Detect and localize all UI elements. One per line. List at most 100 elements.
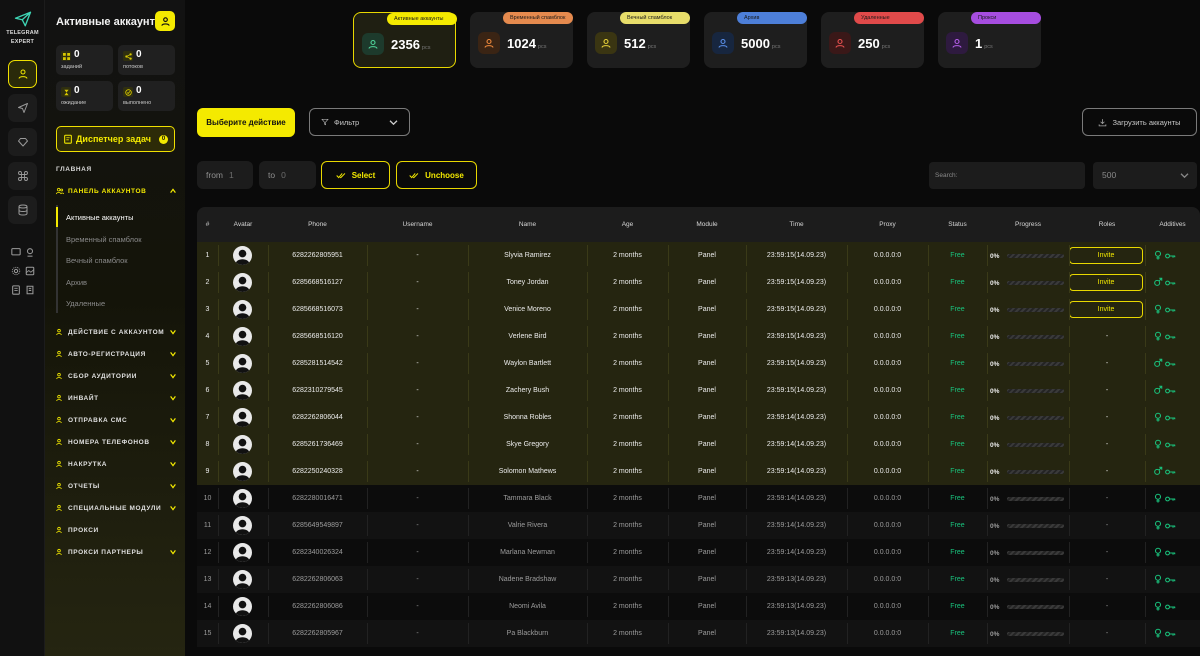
table-row[interactable]: 3 6285668516073 - Venice Moreno 2 months Pane…: [197, 296, 1200, 323]
rail-database-button[interactable]: [8, 196, 37, 224]
nav-item[interactable]: НОМЕРА ТЕЛЕФОНОВ: [56, 436, 177, 448]
column-header[interactable]: Time: [746, 207, 847, 242]
profile-button[interactable]: [155, 11, 175, 31]
table-row[interactable]: 8 6285261736469 - Skye Gregory 2 months Panel…: [197, 431, 1200, 458]
key-icon[interactable]: [1165, 355, 1176, 373]
nav-accounts-panel[interactable]: ПАНЕЛЬ АККАУНТОВ: [56, 185, 177, 197]
sub-perm-spamblock[interactable]: Вечный спамблок: [66, 256, 128, 265]
stat-card[interactable]: Прокси 1 pcs: [938, 12, 1041, 68]
table-row[interactable]: 14 6282262806086 - Neomi Avila 2 months Panel…: [197, 593, 1200, 620]
rail-accounts-button[interactable]: [8, 60, 37, 88]
avatar[interactable]: [233, 624, 252, 643]
key-icon[interactable]: [1165, 571, 1176, 589]
page-size-select[interactable]: 500: [1093, 162, 1197, 189]
rail-send-button[interactable]: [8, 94, 37, 122]
table-row[interactable]: 4 6285668516120 - Verlene Bird 2 months Panel…: [197, 323, 1200, 350]
key-icon[interactable]: [1165, 490, 1176, 508]
column-header[interactable]: Progress: [987, 207, 1069, 242]
column-header[interactable]: Phone: [268, 207, 367, 242]
rail-command-button[interactable]: [8, 162, 37, 190]
avatar[interactable]: [233, 381, 252, 400]
stat-card[interactable]: Временный спамблок 1024 pcs: [470, 12, 573, 68]
key-icon[interactable]: [1165, 544, 1176, 562]
column-header[interactable]: Proxy: [847, 207, 928, 242]
avatar[interactable]: [233, 354, 252, 373]
key-icon[interactable]: [1165, 598, 1176, 616]
nav-item[interactable]: ПРОКСИ ПАРТНЕРЫ: [56, 546, 177, 558]
support-icon[interactable]: [24, 246, 36, 257]
avatar[interactable]: [233, 462, 252, 481]
nav-item[interactable]: ОТЧЕТЫ: [56, 480, 177, 492]
range-from-input[interactable]: from 1: [197, 161, 253, 189]
range-to-input[interactable]: to 0: [259, 161, 316, 189]
search-input[interactable]: [929, 162, 1085, 189]
avatar[interactable]: [233, 327, 252, 346]
select-button[interactable]: Select: [321, 161, 390, 189]
table-row[interactable]: 13 6282262806063 - Nadene Bradshaw 2 months P…: [197, 566, 1200, 593]
key-icon[interactable]: [1165, 382, 1176, 400]
settings-icon[interactable]: [10, 265, 22, 276]
avatar[interactable]: [233, 273, 252, 292]
nav-item[interactable]: ДЕЙСТВИЕ С АККАУНТОМ: [56, 326, 177, 338]
table-row[interactable]: 9 6282250240328 - Solomon Mathews 2 months Pa…: [197, 458, 1200, 485]
stat-card[interactable]: Удаленные 250 pcs: [821, 12, 924, 68]
table-row[interactable]: 6 6282310279545 - Zachery Bush 2 months Panel…: [197, 377, 1200, 404]
key-icon[interactable]: [1165, 517, 1176, 535]
column-header[interactable]: Module: [668, 207, 746, 242]
nav-item[interactable]: НАКРУТКА: [56, 458, 177, 470]
column-header[interactable]: Roles: [1069, 207, 1145, 242]
rail-favorites-button[interactable]: [8, 128, 37, 156]
table-row[interactable]: 2 6285668516127 - Toney Jordan 2 months Panel…: [197, 269, 1200, 296]
key-icon[interactable]: [1165, 301, 1176, 319]
key-icon[interactable]: [1165, 247, 1176, 265]
avatar[interactable]: [233, 300, 252, 319]
column-header[interactable]: Username: [367, 207, 468, 242]
sub-temp-spamblock[interactable]: Временный спамблок: [66, 235, 142, 244]
avatar[interactable]: [233, 597, 252, 616]
upload-accounts-button[interactable]: Загрузить аккаунты: [1082, 108, 1197, 136]
nav-item[interactable]: АВТО-РЕГИСТРАЦИЯ: [56, 348, 177, 360]
key-icon[interactable]: [1165, 463, 1176, 481]
avatar[interactable]: [233, 516, 252, 535]
sub-deleted[interactable]: Удаленные: [66, 299, 105, 308]
nav-item[interactable]: ИНВАЙТ: [56, 392, 177, 404]
table-row[interactable]: 5 6285281514542 - Waylon Bartlett 2 months Pa…: [197, 350, 1200, 377]
stat-card[interactable]: Вечный спамблок 512 pcs: [587, 12, 690, 68]
table-row[interactable]: 1 6282262805951 - Slyvia Ramirez 2 months Pan…: [197, 242, 1200, 269]
column-header[interactable]: Status: [928, 207, 987, 242]
stat-card[interactable]: Активные аккаунты 2356 pcs: [353, 12, 457, 68]
nav-item[interactable]: ОТПРАВКА СМС: [56, 414, 177, 426]
unchoose-button[interactable]: Unchoose: [396, 161, 477, 189]
key-icon[interactable]: [1165, 409, 1176, 427]
avatar[interactable]: [233, 246, 252, 265]
invite-role-button[interactable]: Invite: [1069, 274, 1143, 291]
avatar[interactable]: [233, 435, 252, 454]
column-header[interactable]: #: [197, 207, 218, 242]
table-row[interactable]: 11 6285649549897 - Valrie Rivera 2 months Pan…: [197, 512, 1200, 539]
table-row[interactable]: 7 6282262806044 - Shonna Robles 2 months Pane…: [197, 404, 1200, 431]
invite-role-button[interactable]: Invite: [1069, 301, 1143, 318]
wallet-icon[interactable]: [10, 246, 22, 257]
gallery-icon[interactable]: [24, 265, 36, 276]
avatar[interactable]: [233, 489, 252, 508]
nav-item[interactable]: СБОР АУДИТОРИИ: [56, 370, 177, 382]
column-header[interactable]: Additives: [1145, 207, 1200, 242]
sub-archive[interactable]: Архив: [66, 278, 87, 287]
document-icon[interactable]: [10, 284, 22, 295]
column-header[interactable]: Name: [468, 207, 587, 242]
key-icon[interactable]: [1165, 625, 1176, 643]
filter-dropdown[interactable]: Фильтр: [309, 108, 410, 136]
key-icon[interactable]: [1165, 436, 1176, 454]
key-icon[interactable]: [1165, 328, 1176, 346]
column-header[interactable]: Avatar: [218, 207, 268, 242]
avatar[interactable]: [233, 570, 252, 589]
sub-active-accounts[interactable]: Активные аккаунты: [66, 213, 133, 222]
log-icon[interactable]: [24, 284, 36, 295]
table-row[interactable]: 10 6282280016471 - Tammara Black 2 months Pan…: [197, 485, 1200, 512]
table-row[interactable]: 12 6282340026324 - Marlana Newman 2 months Pa…: [197, 539, 1200, 566]
avatar[interactable]: [233, 408, 252, 427]
nav-item[interactable]: ПРОКСИ: [56, 524, 177, 536]
stat-card[interactable]: Архив 5000 pcs: [704, 12, 807, 68]
column-header[interactable]: Age: [587, 207, 668, 242]
avatar[interactable]: [233, 543, 252, 562]
